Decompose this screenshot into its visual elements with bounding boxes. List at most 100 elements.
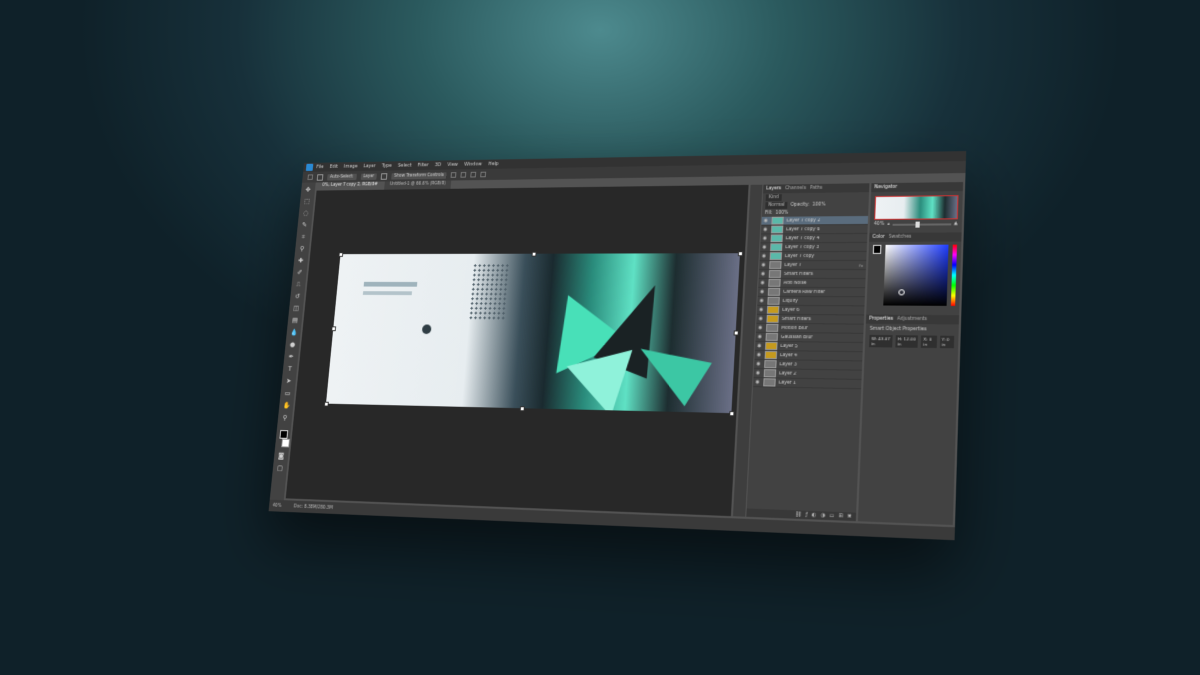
move-tool-icon[interactable]: ✥ [304, 186, 312, 193]
fx-icon[interactable]: fx [859, 262, 863, 267]
layer-row[interactable]: ◉ Layer 7 copy [759, 251, 867, 262]
quick-mask-icon[interactable]: ◙ [277, 452, 285, 460]
eye-icon[interactable]: ◉ [763, 227, 768, 233]
layer-row[interactable]: ◉ Layer 7 copy 4 [760, 233, 868, 244]
tab-navigator[interactable]: Navigator [874, 185, 897, 190]
kind-filter-dropdown[interactable]: Kind [765, 193, 782, 201]
menu-item-file[interactable]: File [316, 164, 324, 170]
zoom-in-icon[interactable]: ▲ [954, 221, 958, 226]
color-field[interactable] [883, 244, 949, 306]
transform-handle[interactable] [338, 252, 344, 257]
show-transform-checkbox[interactable] [380, 172, 388, 180]
layer-row[interactable]: ◉ Layer 7 copy 3 [759, 242, 868, 253]
menu-item-window[interactable]: Window [464, 162, 482, 168]
property-field[interactable]: X: 0 in [921, 335, 937, 349]
type-tool-icon[interactable]: T [286, 365, 294, 373]
eye-icon[interactable]: ◉ [759, 298, 764, 304]
menu-item-image[interactable]: Image [344, 164, 358, 170]
color-fg-swatch[interactable] [872, 244, 882, 254]
lasso-tool-icon[interactable]: ◌ [302, 210, 310, 217]
layer-row[interactable]: ◉ Layer 7 fx [759, 260, 867, 271]
menu-item-view[interactable]: View [447, 162, 458, 168]
eye-icon[interactable]: ◉ [759, 307, 764, 313]
brush-tool-icon[interactable]: ✐ [296, 269, 304, 276]
transform-handle[interactable] [531, 251, 537, 257]
layer-row[interactable]: ◉ Camera Raw Filter [757, 287, 866, 298]
eye-icon[interactable]: ◉ [763, 218, 768, 224]
stamp-tool-icon[interactable]: ⎍ [295, 281, 303, 288]
tab-properties[interactable]: Properties [869, 317, 893, 322]
transform-handle[interactable] [519, 406, 525, 412]
screen-mode-icon[interactable]: ▢ [276, 464, 284, 472]
zoom-tool-icon[interactable]: ⚲ [281, 414, 289, 422]
blur-tool-icon[interactable]: 💧 [290, 329, 298, 337]
foreground-color-swatch[interactable] [279, 430, 288, 439]
transform-handle[interactable] [331, 326, 337, 332]
document-canvas[interactable] [325, 253, 740, 414]
auto-select-target[interactable]: Layer [360, 172, 378, 180]
marquee-tool-icon[interactable]: ⬚ [303, 198, 311, 205]
menu-item-select[interactable]: Select [398, 163, 412, 169]
eye-icon[interactable]: ◉ [757, 352, 762, 358]
align-left-icon[interactable] [450, 172, 457, 178]
hue-slider[interactable] [950, 244, 958, 306]
shape-tool-icon[interactable]: ▭ [284, 389, 292, 397]
pen-tool-icon[interactable]: ✒ [287, 353, 295, 361]
menu-item-edit[interactable]: Edit [329, 164, 338, 170]
background-color-swatch[interactable] [280, 438, 290, 448]
transform-handle[interactable] [737, 251, 744, 257]
eye-icon[interactable]: ◉ [758, 325, 763, 331]
tab-layers[interactable]: Layers [766, 186, 781, 191]
opacity-value[interactable]: 100% [812, 202, 825, 207]
auto-select-checkbox[interactable] [316, 173, 324, 181]
tab-channels[interactable]: Channels [785, 186, 806, 191]
transform-handle[interactable] [729, 411, 735, 417]
property-field[interactable]: H: 12.00 in [895, 335, 919, 348]
eye-icon[interactable]: ◉ [762, 244, 767, 250]
crop-tool-icon[interactable]: ⌗ [300, 233, 308, 240]
menu-item-layer[interactable]: Layer [363, 163, 376, 169]
transform-handle[interactable] [733, 330, 739, 336]
fx-icon[interactable]: ƒ [806, 512, 808, 518]
history-brush-icon[interactable]: ↺ [294, 293, 302, 300]
eye-icon[interactable]: ◉ [761, 271, 766, 277]
fill-value[interactable]: 100% [775, 210, 788, 215]
hand-tool-icon[interactable]: ✋ [282, 402, 290, 410]
gradient-tool-icon[interactable]: ▤ [291, 317, 299, 324]
tab-color[interactable]: Color [872, 235, 884, 240]
canvas-workspace[interactable] [285, 184, 749, 517]
eye-icon[interactable]: ◉ [760, 280, 765, 286]
eyedropper-tool-icon[interactable]: ⚲ [298, 245, 306, 252]
property-field[interactable]: Y: 0 in [939, 335, 955, 349]
zoom-slider-knob[interactable] [915, 221, 921, 228]
layer-row[interactable]: ◉ Layer 1 [752, 378, 862, 390]
property-field[interactable]: W: 43.07 in [869, 334, 893, 348]
link-icon[interactable]: ⛓ [795, 511, 802, 518]
zoom-slider[interactable] [892, 221, 951, 228]
move-tool-icon[interactable] [307, 174, 314, 180]
layer-row[interactable]: ◉ Smart Filters [758, 269, 866, 280]
mask-icon[interactable]: ◐ [812, 512, 817, 519]
eye-icon[interactable]: ◉ [760, 289, 765, 295]
dodge-tool-icon[interactable]: ● [289, 341, 297, 349]
folder-icon[interactable]: ▭ [829, 513, 834, 520]
blend-mode-dropdown[interactable]: Normal [765, 201, 788, 209]
healing-tool-icon[interactable]: ✚ [297, 257, 305, 264]
layer-row[interactable]: ◉ Add Noise [758, 278, 866, 289]
align-center-icon[interactable] [460, 172, 467, 178]
tab-paths[interactable]: Paths [810, 186, 823, 191]
eye-icon[interactable]: ◉ [755, 379, 760, 385]
align-right-icon[interactable] [470, 171, 477, 178]
transform-handle[interactable] [323, 401, 329, 407]
menu-item-help[interactable]: Help [488, 161, 499, 167]
navigator-preview[interactable] [874, 195, 959, 220]
tab-adjustments[interactable]: Adjustments [897, 317, 927, 322]
eye-icon[interactable]: ◉ [757, 334, 762, 340]
tab-swatches[interactable]: Swatches [889, 235, 912, 240]
distribute-icon[interactable] [480, 171, 487, 178]
status-zoom[interactable]: 40% [272, 503, 281, 508]
eye-icon[interactable]: ◉ [762, 253, 767, 259]
navigator-zoom-value[interactable]: 40% [874, 222, 885, 227]
eraser-tool-icon[interactable]: ◫ [292, 305, 300, 312]
eye-icon[interactable]: ◉ [758, 316, 763, 322]
